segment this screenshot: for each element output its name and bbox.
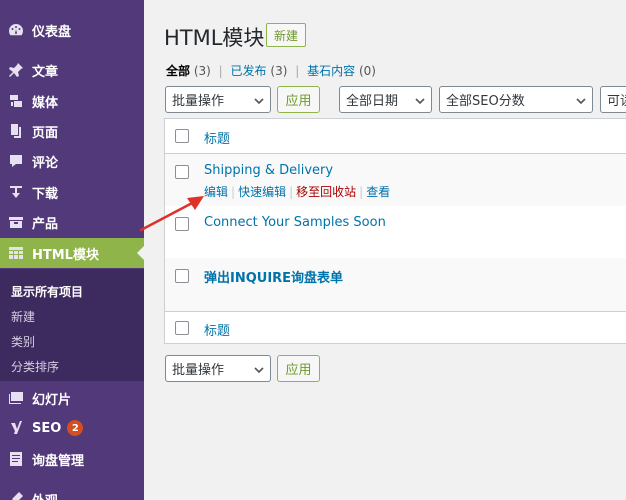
dashboard-icon: [7, 21, 25, 39]
menu-label: 产品: [32, 216, 59, 232]
bulk-actions-select-bottom[interactable]: 批量操作: [165, 355, 271, 382]
select-value: 可读: [607, 94, 626, 109]
filter-all-count: (3): [193, 64, 211, 78]
select-value: 全部日期: [346, 94, 399, 109]
select-value: 批量操作: [172, 363, 225, 378]
filter-cornerstone[interactable]: 基石内容: [307, 64, 355, 78]
chevron-down-icon: [415, 95, 425, 105]
seo-score-select[interactable]: 全部SEO分数: [439, 86, 593, 113]
media-icon: [7, 92, 25, 110]
add-new-button[interactable]: 新建: [266, 23, 307, 47]
submenu-all-items[interactable]: 显示所有项目: [0, 279, 144, 304]
comments-icon: [7, 152, 25, 170]
table-row: Shipping & Delivery 编辑 | 快速编辑 | 移至回收站 | 查看: [165, 154, 626, 206]
filter-cornerstone-count: (0): [358, 64, 376, 78]
menu-item-posts[interactable]: 文章: [0, 55, 144, 85]
menu-item-downloads[interactable]: 下载: [0, 177, 144, 207]
menu-item-products[interactable]: 产品: [0, 207, 144, 237]
row-actions: 编辑 | 快速编辑 | 移至回收站 | 查看: [204, 183, 390, 200]
select-all-checkbox-footer[interactable]: [175, 321, 189, 335]
submenu-add-new[interactable]: 新建: [0, 304, 144, 329]
pin-icon: [7, 61, 25, 79]
date-filter-select[interactable]: 全部日期: [339, 86, 432, 113]
submenu-category-order[interactable]: 分类排序: [0, 354, 144, 379]
menu-item-seo[interactable]: SEO 2: [0, 413, 144, 443]
pages-icon: [7, 122, 25, 140]
view-link[interactable]: 查看: [366, 185, 390, 199]
row-title-link[interactable]: 弹出INQUIRE询盘表单: [204, 267, 343, 286]
separator: |: [231, 185, 236, 199]
main-content: HTML模块 新建 全部 (3) | 已发布 (3) | 基石内容 (0) 批量…: [144, 0, 626, 500]
slides-icon: [7, 389, 25, 407]
menu-label: 仪表盘: [32, 24, 72, 40]
column-title-footer[interactable]: 标题: [204, 320, 230, 339]
chevron-down-icon: [254, 95, 264, 105]
menu-label: 幻灯片: [32, 392, 72, 408]
menu-item-appearance[interactable]: 外观: [0, 484, 144, 500]
separator: |: [218, 64, 223, 78]
menu-item-comments[interactable]: 评论: [0, 146, 144, 176]
filter-published-count: (3): [270, 64, 288, 78]
seo-notification-badge: 2: [67, 420, 84, 436]
menu-label: SEO: [32, 420, 62, 436]
trash-link[interactable]: 移至回收站: [296, 185, 356, 199]
row-checkbox[interactable]: [175, 217, 189, 231]
products-icon: [7, 213, 25, 231]
grid-icon: [7, 244, 25, 262]
menu-item-inquiries[interactable]: 询盘管理: [0, 444, 144, 474]
select-value: 全部SEO分数: [446, 94, 525, 109]
row-title-link[interactable]: Connect Your Samples Soon: [204, 215, 386, 230]
menu-label: 外观: [32, 490, 58, 500]
chevron-down-icon: [254, 364, 264, 374]
download-icon: [7, 183, 25, 201]
select-all-checkbox[interactable]: [175, 129, 189, 143]
menu-item-media[interactable]: 媒体: [0, 86, 144, 116]
column-title-header[interactable]: 标题: [204, 128, 230, 147]
page-title: HTML模块: [164, 26, 265, 50]
menu-label: HTML模块: [32, 247, 99, 263]
appearance-icon: [7, 490, 25, 500]
filter-all[interactable]: 全部: [166, 64, 190, 78]
row-title-link[interactable]: Shipping & Delivery: [204, 163, 333, 178]
inquiry-icon: [7, 450, 25, 468]
posts-table: 标题 Shipping & Delivery 编辑 | 快速编辑 | 移至回收站 | 查看 …: [164, 118, 626, 344]
submenu-categories[interactable]: 类别: [0, 329, 144, 354]
apply-button-top[interactable]: 应用: [277, 86, 320, 113]
menu-label: 媒体: [32, 95, 59, 111]
menu-item-html-blocks[interactable]: HTML模块: [0, 238, 144, 268]
chevron-down-icon: [576, 95, 586, 105]
select-value: 批量操作: [172, 94, 225, 109]
table-row: Connect Your Samples Soon: [165, 206, 626, 258]
admin-sidebar: 仪表盘 文章 媒体 页面 评论 下载 产品 HTML模块 显示所有项目 新建 类…: [0, 0, 144, 500]
menu-item-dashboard[interactable]: 仪表盘: [0, 15, 144, 45]
row-checkbox[interactable]: [175, 165, 189, 179]
menu-label: 下载: [32, 186, 59, 202]
apply-button-bottom[interactable]: 应用: [277, 355, 320, 382]
table-header: 标题: [165, 119, 626, 153]
bulk-actions-select-top[interactable]: 批量操作: [165, 86, 271, 113]
menu-item-pages[interactable]: 页面: [0, 116, 144, 146]
separator: |: [289, 185, 294, 199]
menu-label: 页面: [32, 125, 59, 141]
table-footer: 标题: [165, 312, 626, 344]
menu-label: 询盘管理: [32, 453, 85, 469]
separator: |: [295, 64, 300, 78]
readability-select[interactable]: 可读: [600, 86, 626, 113]
table-row: 弹出INQUIRE询盘表单: [165, 258, 626, 311]
status-filters: 全部 (3) | 已发布 (3) | 基石内容 (0): [166, 62, 376, 79]
menu-label: 评论: [32, 155, 59, 171]
quick-edit-link[interactable]: 快速编辑: [238, 185, 286, 199]
edit-link[interactable]: 编辑: [204, 185, 228, 199]
filter-published[interactable]: 已发布: [231, 64, 267, 78]
menu-label: 文章: [32, 64, 59, 80]
row-checkbox[interactable]: [175, 269, 189, 283]
html-blocks-submenu: 显示所有项目 新建 类别 分类排序: [0, 269, 144, 381]
menu-item-slides[interactable]: 幻灯片: [0, 383, 144, 413]
yoast-icon: [7, 419, 25, 437]
separator: |: [359, 185, 364, 199]
